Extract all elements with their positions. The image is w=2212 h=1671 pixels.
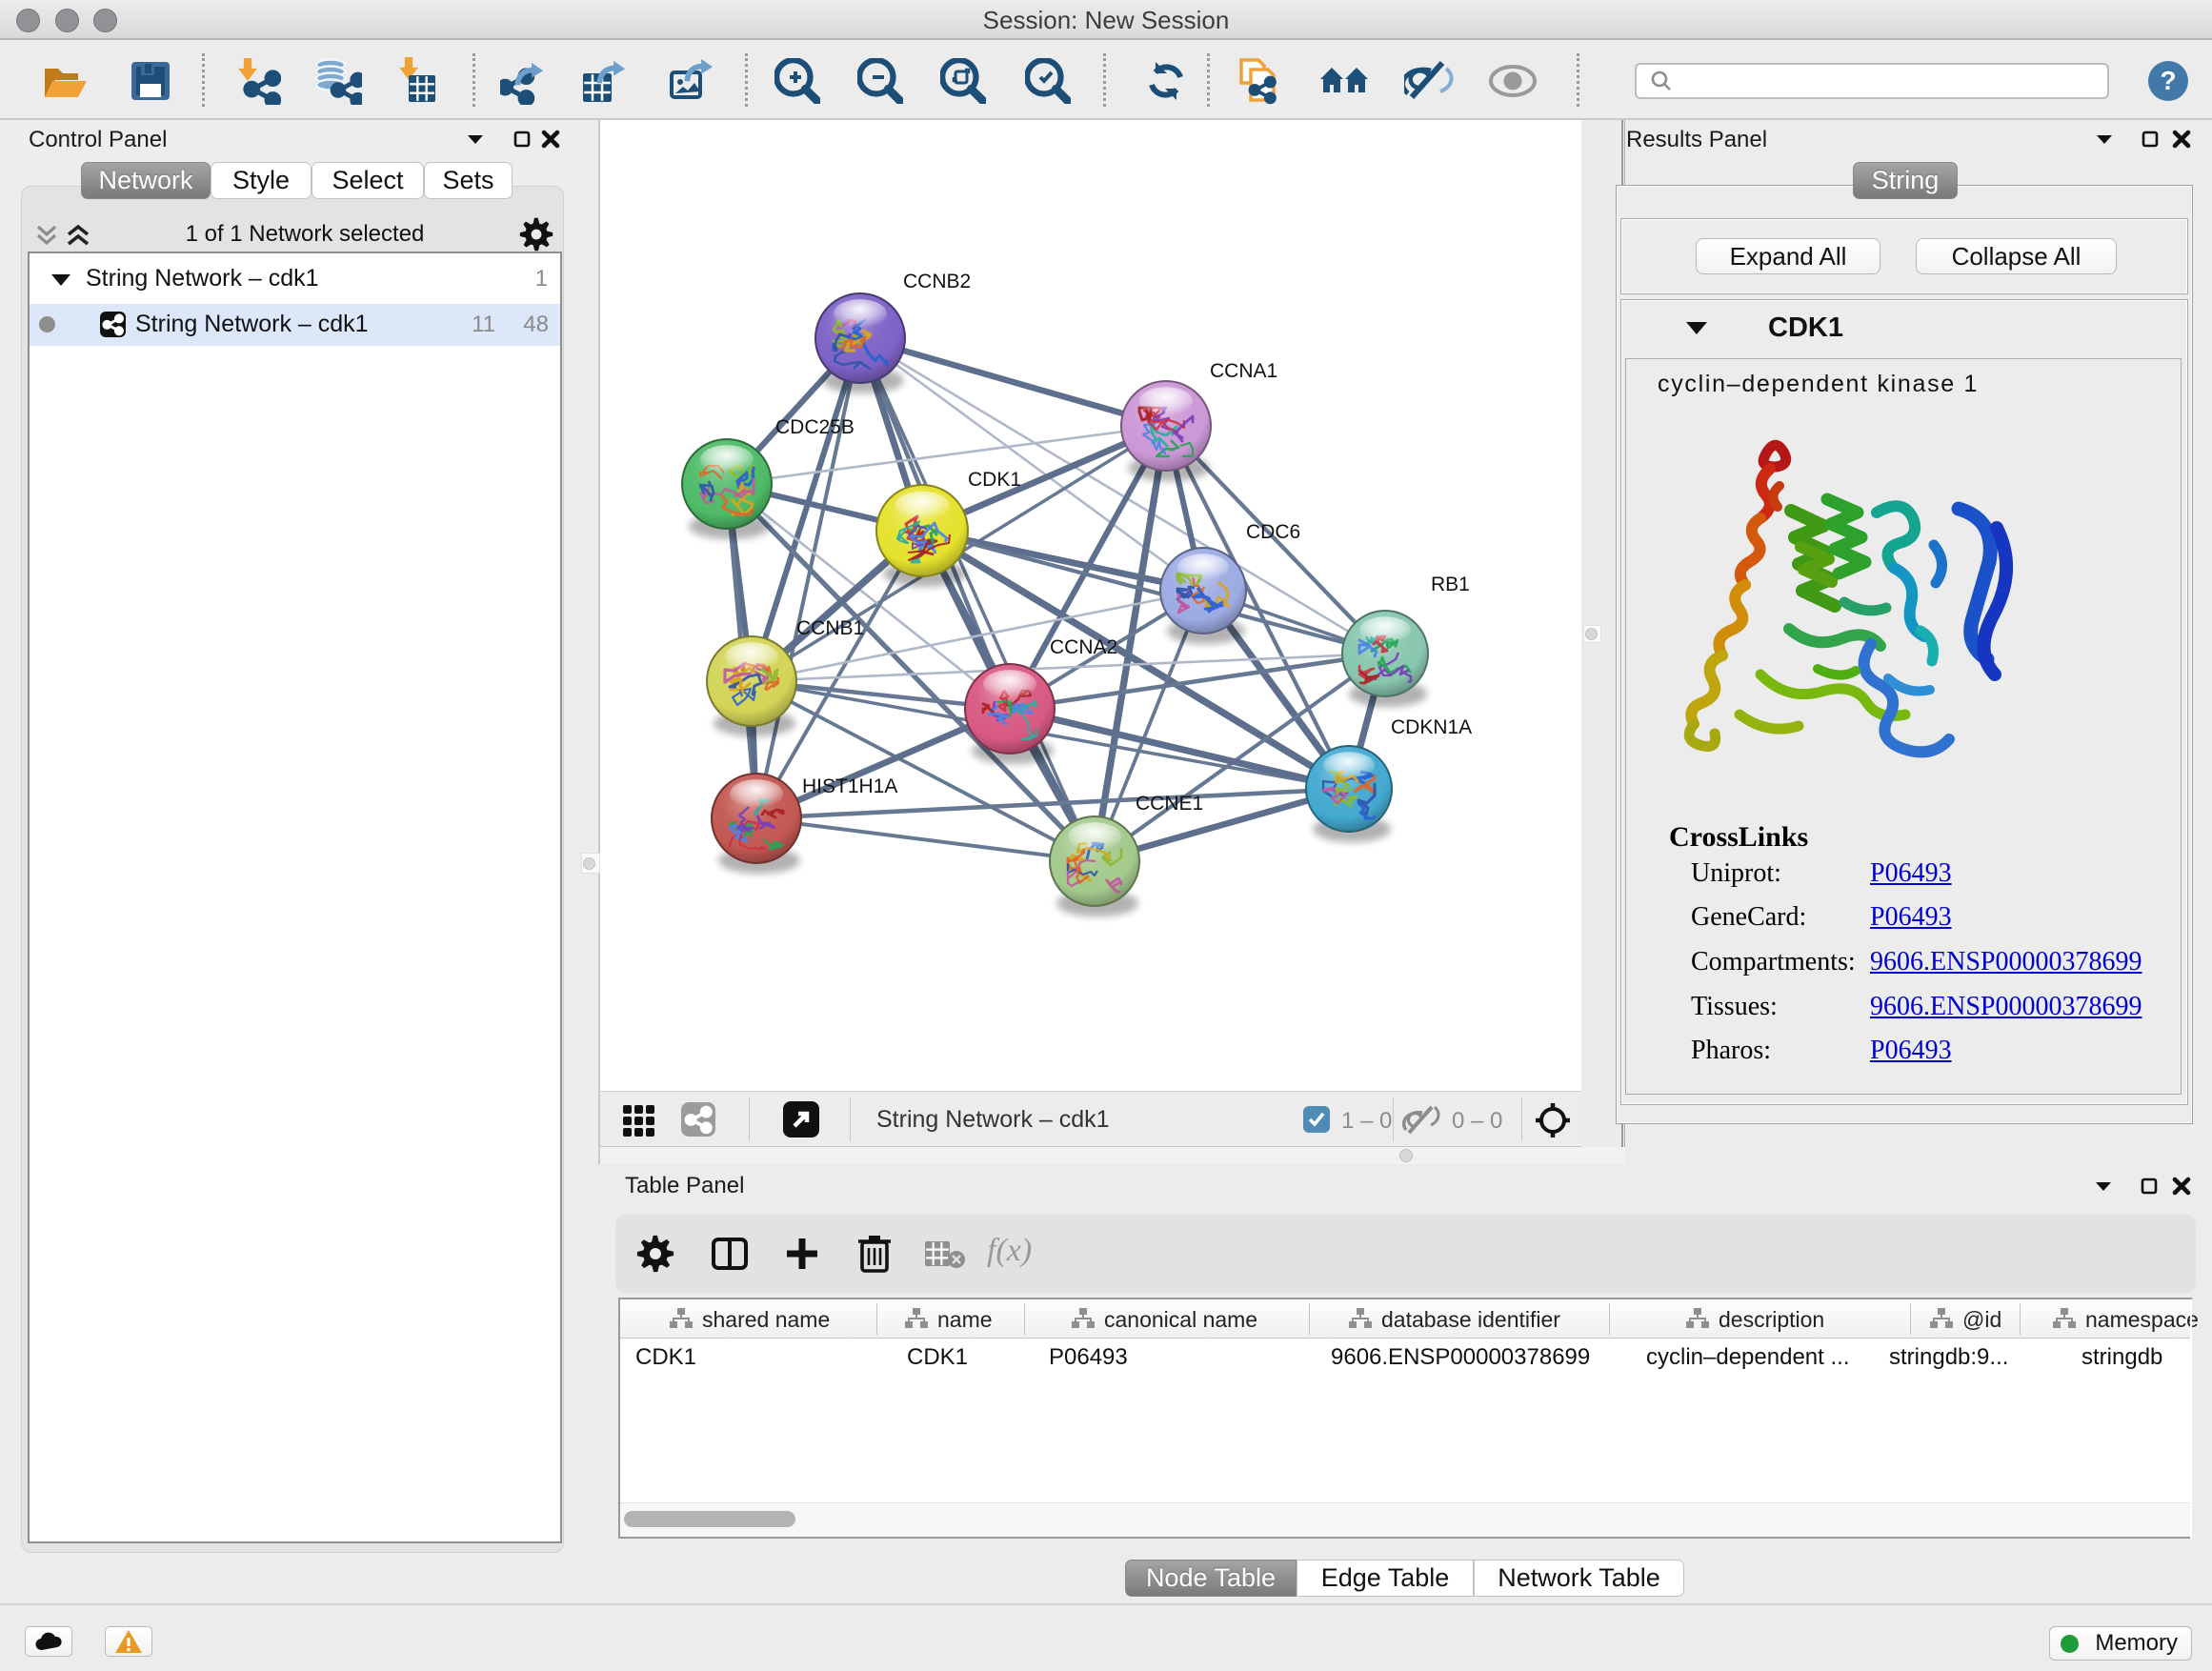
svg-text:CDKN1A: CDKN1A [1391,716,1472,738]
svg-text:?: ? [2160,66,2176,95]
svg-text:CCNE1: CCNE1 [1136,793,1203,815]
svg-text:CDC25B: CDC25B [775,416,855,438]
svg-text:RB1: RB1 [1431,574,1470,595]
svg-text:CDK1: CDK1 [968,469,1021,491]
svg-text:CCNA1: CCNA1 [1210,360,1277,382]
svg-text:HIST1H1A: HIST1H1A [802,775,897,797]
svg-text:CCNB2: CCNB2 [903,271,971,292]
svg-text:CCNB1: CCNB1 [796,617,864,639]
svg-text:CCNA2: CCNA2 [1050,636,1117,658]
svg-text:CDC6: CDC6 [1246,521,1300,543]
